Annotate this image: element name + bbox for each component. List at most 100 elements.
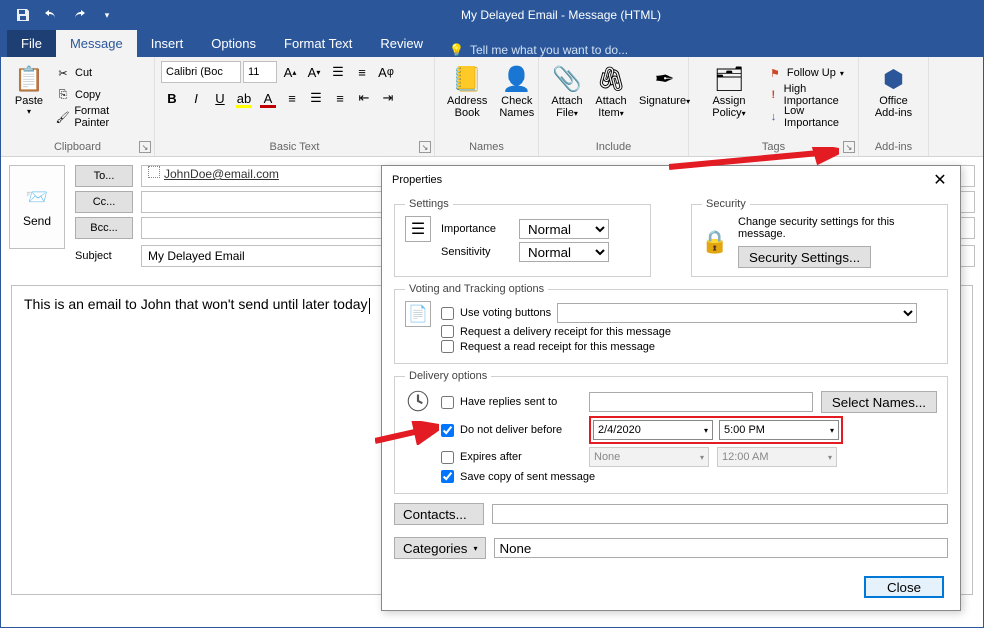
to-recipient[interactable]: JohnDoe@email.com [164, 167, 279, 181]
address-book-button[interactable]: 📒 Address Book [441, 61, 493, 121]
decrease-indent-button[interactable]: ⇤ [353, 87, 375, 109]
tab-message[interactable]: Message [56, 30, 137, 57]
bold-button[interactable]: B [161, 87, 183, 109]
close-button[interactable]: Close [864, 576, 944, 598]
shrink-font-button[interactable]: A▾ [303, 61, 325, 83]
grow-font-button[interactable]: A▴ [279, 61, 301, 83]
categories-button[interactable]: Categories▾ [394, 537, 486, 559]
tab-review[interactable]: Review [366, 30, 437, 57]
highlight-color-button[interactable]: ab [233, 87, 255, 109]
flag-icon: ⚑ [767, 67, 783, 80]
contacts-button[interactable]: Contacts... [394, 503, 484, 525]
have-replies-checkbox[interactable] [441, 396, 454, 409]
high-importance-button[interactable]: !High Importance [767, 85, 848, 105]
group-label-names: Names [435, 139, 538, 156]
cut-button[interactable]: ✂Cut [55, 63, 144, 83]
to-button[interactable]: To... [75, 165, 133, 187]
font-size-combo[interactable] [243, 61, 277, 83]
qat-undo-button[interactable] [37, 1, 65, 29]
group-label-tags: Tags [762, 141, 785, 153]
tell-me-search[interactable]: 💡Tell me what you want to do... [437, 43, 628, 57]
increase-indent-button[interactable]: ⇥ [377, 87, 399, 109]
follow-up-button[interactable]: ⚑Follow Up▾ [767, 63, 848, 83]
delay-highlight: 2/4/2020▾ 5:00 PM▾ [589, 416, 843, 444]
security-lock-icon: 🔒 [702, 229, 728, 255]
have-replies-label: Have replies sent to [460, 396, 557, 408]
brush-icon: 🖌 [55, 111, 70, 124]
settings-icon: ☰ [405, 216, 431, 242]
check-names-button[interactable]: 👤 Check Names [493, 61, 540, 121]
address-book-icon: 📒 [451, 63, 483, 95]
low-importance-button[interactable]: ↓Low Importance [767, 107, 848, 127]
italic-button[interactable]: I [185, 87, 207, 109]
sensitivity-select[interactable]: Normal [519, 242, 609, 262]
low-importance-icon: ↓ [767, 111, 780, 123]
tags-launcher[interactable]: ↘ [843, 141, 855, 153]
security-text: Change security settings for this messag… [738, 216, 937, 240]
align-right-button[interactable]: ≡ [329, 87, 351, 109]
scissors-icon: ✂ [55, 67, 71, 80]
delivery-receipt-checkbox[interactable] [441, 325, 454, 338]
delivery-receipt-label: Request a delivery receipt for this mess… [460, 326, 671, 338]
attach-item-icon: 🖇 [595, 63, 627, 95]
save-copy-checkbox[interactable] [441, 470, 454, 483]
tab-format-text[interactable]: Format Text [270, 30, 366, 57]
signature-button[interactable]: ✒ Signature▾ [633, 61, 696, 109]
contacts-input[interactable] [492, 504, 948, 524]
dialog-title: Properties [392, 174, 442, 186]
read-receipt-checkbox[interactable] [441, 340, 454, 353]
bcc-button[interactable]: Bcc... [75, 217, 133, 239]
font-color-button[interactable]: A [257, 87, 279, 109]
expires-time-combo: 12:00 AM▾ [717, 447, 837, 467]
save-copy-label: Save copy of sent message [460, 471, 595, 483]
pilcrow-button[interactable]: Aφ [375, 61, 397, 83]
read-receipt-label: Request a read receipt for this message [460, 341, 655, 353]
group-label-addins: Add-ins [859, 139, 928, 156]
assign-policy-button[interactable]: 🗂 Assign Policy▾ [695, 61, 763, 121]
do-not-deliver-checkbox[interactable] [441, 424, 454, 437]
basic-text-launcher[interactable]: ↘ [419, 141, 431, 153]
expires-checkbox[interactable] [441, 451, 454, 464]
categories-input[interactable] [494, 538, 948, 558]
subject-label: Subject [75, 250, 133, 262]
settings-legend: Settings [405, 198, 453, 210]
tab-options[interactable]: Options [197, 30, 270, 57]
cc-button[interactable]: Cc... [75, 191, 133, 213]
numbering-button[interactable]: ≡ [351, 61, 373, 83]
bullets-button[interactable]: ☰ [327, 61, 349, 83]
tab-insert[interactable]: Insert [137, 30, 198, 57]
body-text: This is an email to John that won't send… [24, 296, 368, 312]
format-painter-button[interactable]: 🖌Format Painter [55, 107, 144, 127]
dialog-close-icon[interactable]: ✕ [930, 170, 950, 190]
ribbon-tab-strip: File Message Insert Options Format Text … [1, 29, 983, 57]
properties-dialog: Properties ✕ Settings ☰ Importance Norma… [381, 165, 961, 611]
security-settings-button[interactable]: Security Settings... [738, 246, 871, 268]
check-names-icon: 👤 [501, 63, 533, 95]
deliver-time-combo[interactable]: 5:00 PM▾ [719, 420, 839, 440]
office-addins-button[interactable]: ⬢ Office Add-ins [865, 61, 922, 121]
attach-file-button[interactable]: 📎 Attach File▾ [545, 61, 589, 121]
use-voting-checkbox[interactable] [441, 307, 454, 320]
deliver-date-combo[interactable]: 2/4/2020▾ [593, 420, 713, 440]
clipboard-launcher[interactable]: ↘ [139, 141, 151, 153]
policy-icon: 🗂 [713, 63, 745, 95]
qat-redo-button[interactable] [65, 1, 93, 29]
voting-buttons-select[interactable] [557, 303, 917, 323]
importance-select[interactable]: Normal [519, 219, 609, 239]
qat-save-button[interactable] [9, 1, 37, 29]
qat-customize-button[interactable]: ▾ [93, 1, 121, 29]
copy-button[interactable]: ⎘Copy [55, 85, 144, 105]
have-replies-input[interactable] [589, 392, 813, 412]
voting-legend: Voting and Tracking options [405, 283, 548, 295]
attach-item-button[interactable]: 🖇 Attach Item▾ [589, 61, 633, 121]
font-name-combo[interactable] [161, 61, 241, 83]
align-left-button[interactable]: ≡ [281, 87, 303, 109]
voting-icon: 📄 [405, 301, 431, 327]
tab-file[interactable]: File [7, 30, 56, 57]
paste-button[interactable]: 📋 Paste▾ [7, 61, 51, 118]
select-names-button[interactable]: Select Names... [821, 391, 937, 413]
send-button[interactable]: 📨 Send [9, 165, 65, 249]
align-center-button[interactable]: ☰ [305, 87, 327, 109]
underline-button[interactable]: U [209, 87, 231, 109]
group-label-basic-text: Basic Text [270, 141, 320, 153]
